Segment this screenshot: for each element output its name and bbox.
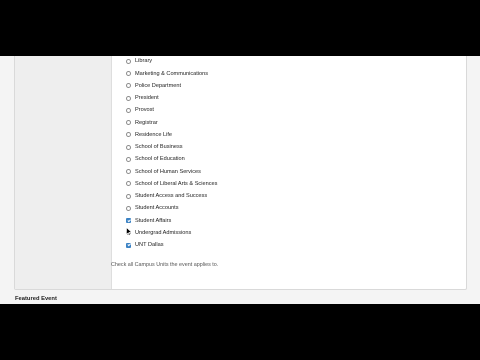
campus-unit-option[interactable]: School of Liberal Arts & Sciences [126, 178, 217, 190]
campus-units-panel: Learning CommonsLibraryMarketing & Commu… [14, 56, 467, 290]
campus-unit-label: President [135, 95, 159, 101]
campus-unit-label: Student Access and Success [135, 193, 208, 199]
campus-unit-option[interactable]: Registrar [126, 117, 158, 129]
checked-checkbox-icon[interactable] [126, 218, 131, 223]
campus-unit-label: Marketing & Communications [135, 70, 209, 77]
campus-unit-option[interactable]: Provost [126, 104, 154, 116]
campus-unit-option[interactable]: Student Access and Success [126, 190, 207, 202]
featured-event-label: Featured Event [15, 296, 57, 302]
campus-unit-label: Registrar [135, 119, 158, 126]
campus-unit-option[interactable]: School of Human Services [126, 166, 201, 178]
campus-unit-label: Residence Life [135, 131, 173, 138]
unchecked-radio-icon[interactable] [126, 95, 131, 101]
unchecked-radio-icon[interactable] [126, 107, 131, 113]
unchecked-radio-icon[interactable] [126, 144, 131, 150]
unchecked-radio-icon[interactable] [126, 132, 131, 138]
campus-unit-option[interactable]: Student Affairs [126, 215, 171, 227]
campus-unit-option[interactable]: President [126, 92, 159, 104]
campus-unit-option[interactable]: Student Accounts [126, 202, 179, 214]
unchecked-radio-icon[interactable] [126, 58, 131, 64]
unchecked-radio-icon[interactable] [126, 205, 131, 211]
checked-checkbox-icon[interactable] [126, 242, 131, 248]
campus-unit-option[interactable]: Undergrad Admissions [126, 227, 191, 239]
campus-unit-label: Undergrad Admissions [135, 229, 192, 236]
form-area: Learning CommonsLibraryMarketing & Commu… [0, 56, 480, 304]
campus-unit-option[interactable]: School of Business [126, 141, 183, 153]
unchecked-radio-icon[interactable] [126, 156, 131, 162]
unchecked-radio-icon[interactable] [126, 181, 131, 187]
campus-unit-label: Student Accounts [135, 205, 179, 212]
panel-sidebar [15, 56, 112, 289]
campus-unit-label: Police Department [135, 82, 182, 89]
campus-unit-label: School of Education [135, 156, 185, 163]
campus-unit-label: School of Human Services [135, 168, 201, 175]
campus-unit-label: School of Business [135, 144, 183, 150]
campus-units-help-text: Check all Campus Units the event applies… [111, 262, 219, 268]
campus-unit-option[interactable]: UNT Dallas [126, 239, 164, 251]
unchecked-radio-icon[interactable] [126, 71, 131, 76]
campus-unit-label: UNT Dallas [135, 242, 164, 248]
campus-unit-option[interactable]: Residence Life [126, 129, 172, 141]
campus-unit-option[interactable]: School of Education [126, 153, 185, 165]
campus-unit-option[interactable]: Police Department [126, 80, 181, 92]
unchecked-radio-icon[interactable] [126, 83, 131, 89]
campus-unit-option[interactable]: Marketing & Communications [126, 68, 208, 80]
campus-unit-label: School of Liberal Arts & Sciences [135, 180, 218, 187]
campus-unit-label: Library [135, 58, 153, 65]
campus-unit-label: Student Affairs [135, 217, 172, 224]
unchecked-radio-icon[interactable] [126, 120, 131, 125]
campus-unit-label: Provost [135, 107, 154, 114]
unchecked-radio-icon[interactable] [126, 169, 131, 174]
mouse-cursor-icon [126, 227, 133, 236]
unchecked-radio-icon[interactable] [126, 193, 131, 199]
campus-unit-option[interactable]: Library [126, 56, 152, 67]
